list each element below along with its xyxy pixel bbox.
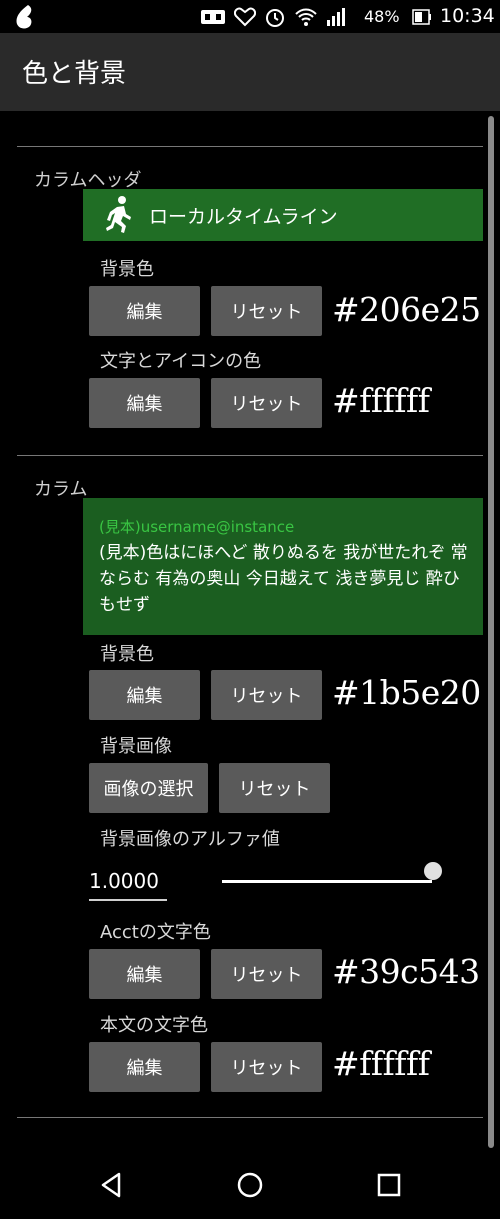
body-color-label: 本文の文字色 — [100, 1015, 208, 1036]
signal-icon — [327, 8, 345, 26]
vr-icon — [201, 10, 225, 24]
divider — [17, 1117, 483, 1118]
column-preview-body: (見本)色はにほへど 散りぬるを 我が世たれぞ 常ならむ 有為の奥山 今日越えて… — [99, 543, 468, 615]
column-bg-edit-button[interactable]: 編集 — [89, 670, 200, 720]
header-text-color-value: #ffffff — [332, 381, 430, 420]
bg-alpha-input[interactable]: 1.0000 — [89, 867, 167, 901]
scrollbar[interactable] — [488, 116, 494, 1148]
alarm-icon — [266, 9, 284, 27]
column-bg-image-label: 背景画像 — [100, 736, 172, 757]
column-header-preview-label: ローカルタイムライン — [149, 205, 338, 228]
battery-icon — [412, 9, 431, 25]
body-color-value: #ffffff — [332, 1044, 430, 1083]
column-preview: (見本)username@instance (見本)色はにほへど 散りぬるを 我… — [83, 498, 483, 635]
header-text-color-label: 文字とアイコンの色 — [100, 351, 262, 372]
column-bg-color-label: 背景色 — [100, 644, 154, 665]
app-bar: 色と背景 — [0, 33, 500, 111]
recents-icon[interactable] — [374, 1170, 404, 1200]
column-bg-reset-button[interactable]: リセット — [211, 670, 322, 720]
header-bg-reset-button[interactable]: リセット — [211, 286, 322, 336]
app-drop-icon — [16, 5, 32, 29]
back-icon[interactable] — [97, 1170, 127, 1200]
acct-color-label: Acctの文字色 — [100, 922, 211, 943]
navigation-bar — [0, 1152, 500, 1219]
body-color-edit-button[interactable]: 編集 — [89, 1042, 200, 1092]
divider — [17, 455, 483, 456]
acct-color-edit-button[interactable]: 編集 — [89, 949, 200, 999]
running-person-icon — [106, 196, 131, 233]
acct-color-reset-button[interactable]: リセット — [211, 949, 322, 999]
divider — [17, 146, 483, 147]
wifi-icon — [295, 8, 317, 26]
body-color-reset-button[interactable]: リセット — [211, 1042, 322, 1092]
battery-percent: 48% — [364, 7, 400, 26]
bg-alpha-label: 背景画像のアルファ値 — [100, 829, 280, 850]
bg-alpha-slider-thumb[interactable] — [424, 862, 442, 880]
status-time: 10:34 — [440, 5, 495, 27]
page-title: 色と背景 — [22, 59, 127, 89]
heart-icon — [234, 7, 256, 27]
header-text-reset-button[interactable]: リセット — [211, 378, 322, 428]
bg-image-reset-button[interactable]: リセット — [219, 763, 330, 813]
header-bg-color-label: 背景色 — [100, 259, 154, 280]
header-bg-edit-button[interactable]: 編集 — [89, 286, 200, 336]
home-icon[interactable] — [235, 1170, 265, 1200]
select-image-button[interactable]: 画像の選択 — [89, 763, 208, 813]
acct-color-value: #39c543 — [332, 952, 480, 991]
column-header-preview: ローカルタイムライン — [83, 189, 483, 241]
header-bg-color-value: #206e25 — [332, 290, 481, 329]
bg-alpha-slider[interactable] — [222, 880, 432, 883]
column-bg-color-value: #1b5e20 — [332, 673, 481, 712]
section-label-column: カラム — [34, 479, 88, 500]
header-text-edit-button[interactable]: 編集 — [89, 378, 200, 428]
column-preview-acct: (見本)username@instance — [99, 518, 295, 536]
status-bar: 48% 10:34 — [0, 0, 500, 33]
